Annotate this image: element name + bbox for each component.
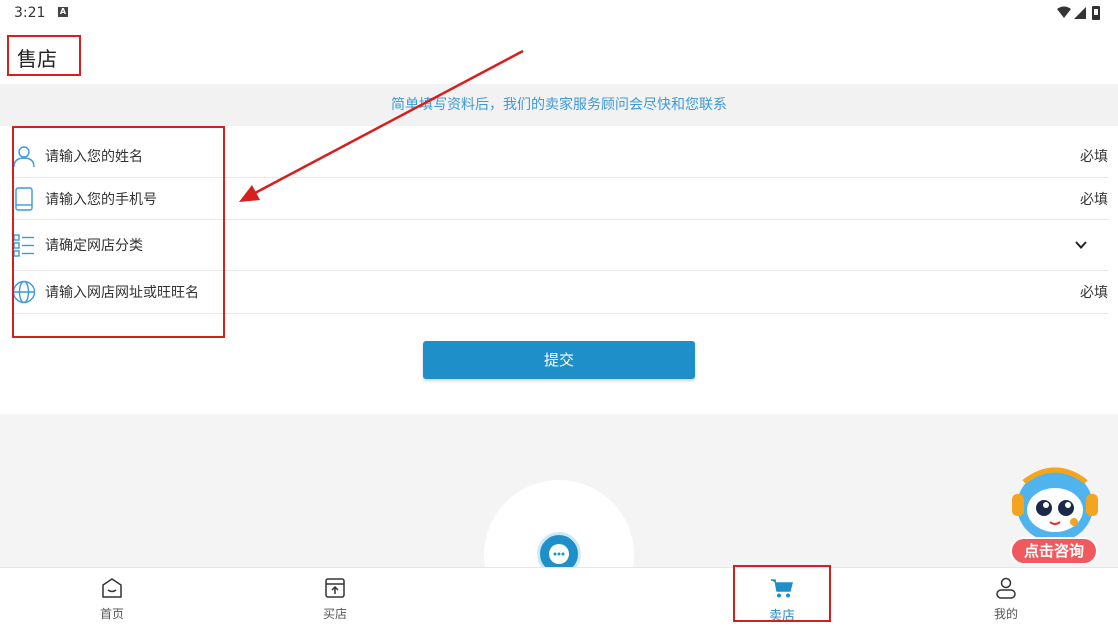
wifi-icon [1057,6,1071,18]
phone-field-label: 请输入您的手机号 [45,191,157,208]
store-upload-icon [325,578,345,598]
sell-store-form: 请输入您的姓名 必填 请输入您的手机号 必填 请确定网店分类 请输入网店网址或旺… [0,126,1118,414]
phone-icon [15,186,33,211]
tab-buy-store[interactable]: 买店 [275,568,395,628]
required-badge: 必填 [1080,148,1108,165]
user-icon [13,145,35,167]
globe-icon [12,280,36,304]
store-url-field[interactable]: 请输入网店网址或旺旺名 必填 [12,271,1108,314]
store-url-label: 请输入网店网址或旺旺名 [45,285,199,301]
store-category-select[interactable]: 请确定网店分类 [12,220,1108,271]
tab-sell-store[interactable]: 卖店 [722,568,842,628]
tab-home[interactable]: 首页 [52,568,172,628]
required-badge: 必填 [1080,285,1108,301]
phone-field[interactable]: 请输入您的手机号 必填 [12,178,1108,220]
signal-icon [1074,7,1086,19]
tab-mine-label: 我的 [993,607,1018,621]
chevron-down-icon[interactable] [1074,238,1088,252]
home-icon [102,578,122,598]
notice-text: 简单填写资料后，我们的卖家服务顾问会尽快和您联系 [0,84,1118,126]
tab-sell-store-label: 卖店 [768,609,795,624]
name-field[interactable]: 请输入您的姓名 必填 [12,134,1108,178]
tab-home-label: 首页 [99,607,124,621]
app-header: 售店 [0,26,1118,84]
submit-button[interactable]: 提交 [423,341,695,379]
notification-badge-icon: A [58,7,68,17]
status-time: 3:21 [14,5,46,21]
status-icons [1057,6,1100,20]
required-badge: 必填 [1080,191,1108,208]
page-title: 售店 [17,47,57,71]
consult-button[interactable]: 点击咨询 [1010,537,1098,565]
status-bar: 3:21 A [0,0,1118,26]
name-field-label: 请输入您的姓名 [45,148,143,165]
profile-icon [996,577,1016,599]
list-icon [13,234,34,257]
bottom-tabbar: 首页 买店 卖店 我的 [0,567,1118,629]
store-category-label: 请确定网店分类 [45,238,143,254]
cart-icon [771,579,793,598]
tab-buy-store-label: 买店 [322,607,347,621]
tab-mine[interactable]: 我的 [946,568,1066,628]
